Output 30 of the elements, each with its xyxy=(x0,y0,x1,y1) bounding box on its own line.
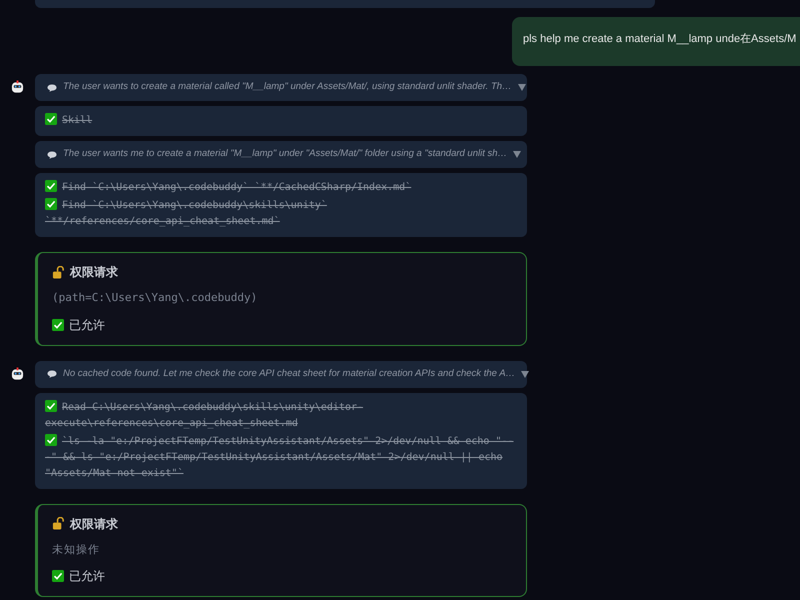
thought-card[interactable]: The user wants to create a material called "M__lamp" under Assets/Mat/, using standard unlit shader. Th… xyxy=(35,74,527,101)
tool-call-text: `ls -la "e:/ProjectFTemp/TestUnityAssistant/Assets" 2>/dev/null && echo "---" && ls "e:/ProjectFTemp/TestUnityAssistant/Assets/Mat" 2>/dev/null || echo "Assets/Mat not exist"` xyxy=(45,434,515,480)
checkbox-icon xyxy=(45,400,57,412)
speech-bubble-icon xyxy=(47,370,57,378)
robot-avatar-icon xyxy=(11,80,24,94)
thought-card[interactable]: The user wants me to create a material "M__lamp" under "Assets/Mat/" folder using a "standard unlit sh… xyxy=(35,141,527,168)
message-text: pls help me create a material M__lamp unde在Assets/M xyxy=(523,33,796,45)
checkbox-icon xyxy=(45,198,57,210)
checkbox-icon xyxy=(45,113,57,125)
checkbox-icon xyxy=(45,180,57,192)
permission-detail: 未知操作 xyxy=(52,542,101,558)
thought-text: The user wants me to create a material "M__lamp" under "Assets/Mat/" folder using a "standard unlit sh… xyxy=(63,147,508,162)
permission-status: 已允许 xyxy=(69,316,105,334)
permission-detail: (path=C:\Users\Yang\.codebuddy) xyxy=(52,290,258,306)
permission-title: 权限请求 xyxy=(70,264,118,281)
tool-call-text: Skill xyxy=(45,113,517,129)
tool-call-text: Read C:\Users\Yang\.codebuddy\skills\unity\editor-execute\references\core_api_cheat_sheet.md xyxy=(45,400,364,430)
lock-icon xyxy=(52,266,65,278)
checkbox-icon xyxy=(45,434,57,446)
permission-status: 已允许 xyxy=(69,568,105,585)
robot-avatar-icon xyxy=(11,366,24,380)
thought-text: No cached code found. Let me check the core API cheat sheet for material creation APIs and check the A… xyxy=(63,366,516,381)
lock-icon xyxy=(52,517,65,530)
thought-card[interactable]: No cached code found. Let me check the core API cheat sheet for material creation APIs and check the A… xyxy=(35,360,527,388)
speech-bubble-icon xyxy=(47,150,57,158)
permission-title: 权限请求 xyxy=(70,516,118,532)
thought-text: The user wants to create a material called "M__lamp" under Assets/Mat/, using standard unlit shader. Th… xyxy=(63,80,512,94)
tool-call-text: Find `C:\Users\Yang\.codebuddy\skills\unity` `**/references/core_api_cheat_sheet.md` xyxy=(45,198,328,229)
tool-call-text: Find `C:\Users\Yang\.codebuddy` `**/CachedCSharp/Index.md` xyxy=(45,180,517,196)
speech-bubble-icon xyxy=(47,84,57,92)
